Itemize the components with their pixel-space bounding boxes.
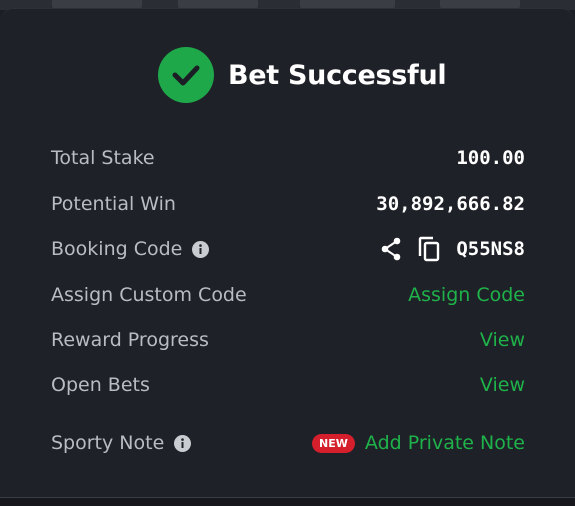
assign-custom-code-row: Assign Custom Code Assign Code	[51, 279, 525, 311]
open-bets-label: Open Bets	[51, 374, 150, 396]
page-title: Bet Successful	[228, 59, 447, 91]
bottom-area	[0, 498, 575, 506]
booking-code-label: Booking Code	[51, 238, 183, 260]
info-icon[interactable]	[192, 240, 210, 258]
copy-icon[interactable]	[418, 236, 440, 262]
reward-progress-label: Reward Progress	[51, 329, 209, 351]
new-badge: NEW	[312, 433, 355, 453]
sporty-note-label: Sporty Note	[51, 432, 165, 454]
potential-win-value: 30,892,666.82	[376, 193, 525, 215]
total-stake-row: Total Stake 100.00	[51, 142, 525, 174]
share-icon[interactable]	[380, 237, 402, 261]
potential-win-label: Potential Win	[51, 193, 176, 215]
check-circle-icon	[158, 47, 214, 103]
background-tab	[300, 0, 395, 8]
booking-code-row: Booking Code Q55NS8	[51, 233, 525, 265]
total-stake-value: 100.00	[456, 147, 525, 169]
potential-win-row: Potential Win 30,892,666.82	[51, 188, 525, 220]
background-tab	[52, 0, 142, 8]
add-private-note-link[interactable]: Add Private Note	[365, 432, 525, 454]
reward-progress-view-link[interactable]: View	[480, 329, 525, 351]
background-tab	[440, 0, 520, 8]
background-tab	[178, 0, 258, 8]
reward-progress-row: Reward Progress View	[51, 324, 525, 356]
sporty-note-label-group: Sporty Note	[51, 432, 192, 454]
info-icon[interactable]	[174, 434, 192, 452]
assign-code-link[interactable]: Assign Code	[408, 284, 525, 306]
success-header: Bet Successful	[158, 46, 447, 104]
open-bets-row: Open Bets View	[51, 369, 525, 401]
booking-code-label-group: Booking Code	[51, 238, 210, 260]
open-bets-view-link[interactable]: View	[480, 374, 525, 396]
sporty-note-row: Sporty Note NEW Add Private Note	[51, 427, 525, 459]
sporty-note-actions: NEW Add Private Note	[312, 432, 525, 454]
booking-code-value[interactable]: Q55NS8	[456, 238, 525, 260]
total-stake-label: Total Stake	[51, 147, 155, 169]
booking-code-actions: Q55NS8	[380, 236, 525, 262]
assign-custom-code-label: Assign Custom Code	[51, 284, 247, 306]
